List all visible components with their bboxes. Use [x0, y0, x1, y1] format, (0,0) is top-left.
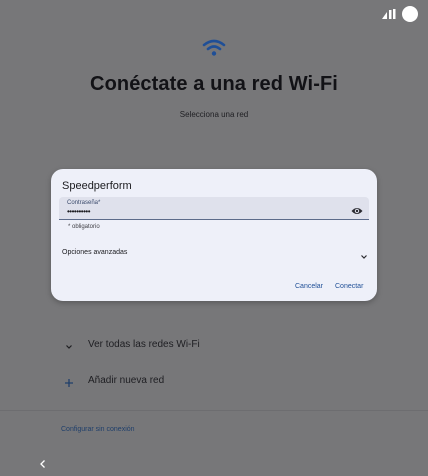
- show-all-networks-label: Ver todas las redes Wi-Fi: [88, 339, 200, 350]
- add-network-item[interactable]: Añadir nueva red: [60, 372, 360, 390]
- plus-icon: [64, 375, 74, 387]
- back-icon[interactable]: [38, 456, 48, 468]
- advanced-options-row[interactable]: Opciones avanzadas: [62, 246, 368, 260]
- password-field[interactable]: Contraseña* ••••••••••: [59, 197, 369, 220]
- signal-icon: [382, 9, 396, 19]
- offline-setup-link[interactable]: Configurar sin conexión: [61, 426, 135, 433]
- dialog-title: Speedperform: [62, 180, 132, 192]
- show-all-networks-item[interactable]: Ver todas las redes Wi-Fi: [60, 336, 360, 354]
- eye-icon[interactable]: [351, 203, 363, 214]
- battery-icon: [402, 6, 418, 22]
- password-dialog: Speedperform Contraseña* •••••••••• * ob…: [51, 169, 377, 301]
- advanced-options-label: Opciones avanzadas: [62, 249, 128, 256]
- add-network-label: Añadir nueva red: [88, 375, 165, 386]
- cancel-button[interactable]: Cancelar: [295, 283, 323, 290]
- divider: [0, 410, 428, 411]
- status-bar: [382, 6, 418, 22]
- page-title: Conéctate a una red Wi-Fi: [90, 73, 338, 95]
- connect-button[interactable]: Conectar: [335, 283, 363, 290]
- password-input[interactable]: ••••••••••: [67, 207, 91, 216]
- wifi-icon: [202, 38, 226, 58]
- page-subtitle: Selecciona una red: [179, 110, 249, 119]
- chevron-down-icon: [64, 339, 74, 349]
- password-helper-text: * obligatorio: [68, 224, 100, 230]
- chevron-down-icon: [360, 248, 368, 259]
- password-label: Contraseña*: [67, 200, 101, 206]
